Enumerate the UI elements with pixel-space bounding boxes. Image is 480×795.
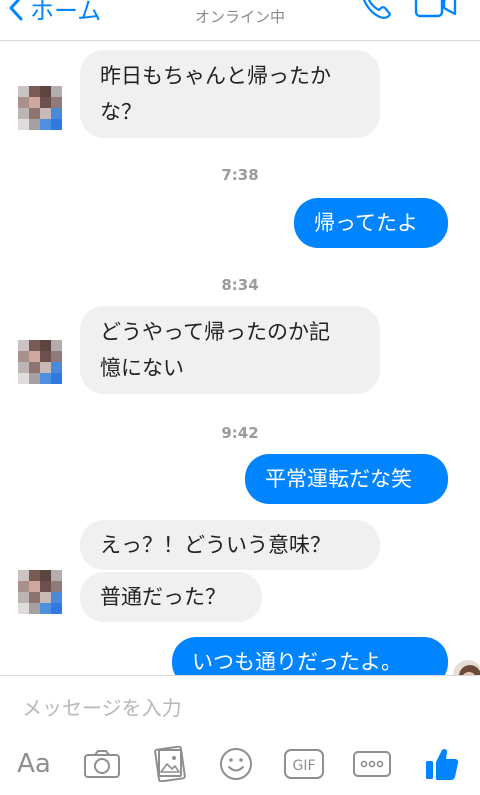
text-format-icon: Aa: [17, 749, 51, 779]
gif-button[interactable]: GIF: [282, 742, 326, 786]
contact-avatar[interactable]: [18, 570, 62, 614]
timestamp: 8:34: [221, 276, 259, 294]
emoji-button[interactable]: [214, 742, 258, 786]
camera-icon: [84, 750, 120, 778]
composer: Aa: [0, 675, 480, 795]
composer-toolbar: Aa GIF: [0, 742, 480, 786]
message-line: どうやって帰ったのか記: [100, 320, 330, 344]
sent-message[interactable]: 平常運転だな笑: [245, 454, 448, 504]
like-icon: [426, 748, 459, 780]
camera-button[interactable]: [80, 742, 124, 786]
avatar-image: [18, 340, 62, 384]
message-line: 昨日もちゃんと帰ったか: [100, 64, 331, 88]
message-line: 憶にない: [100, 356, 184, 380]
more-icon: [353, 751, 391, 777]
timestamp: 9:42: [221, 424, 259, 442]
timestamp: 7:38: [221, 166, 259, 184]
received-message[interactable]: 普通だった？: [80, 572, 262, 622]
received-message[interactable]: どうやって帰ったのか記 憶にない: [80, 306, 380, 394]
gif-label: GIF: [292, 758, 315, 774]
video-camera-icon[interactable]: [414, 0, 458, 18]
avatar-image: [18, 570, 62, 614]
contact-avatar[interactable]: [18, 86, 62, 130]
more-button[interactable]: [350, 742, 394, 786]
received-message[interactable]: 昨日もちゃんと帰ったか な？: [80, 50, 380, 138]
gif-icon: GIF: [284, 749, 324, 779]
message-input[interactable]: [20, 690, 464, 726]
text-format-button[interactable]: Aa: [12, 742, 56, 786]
chat-screen: ホーム オンライン中 昨日もちゃんと帰ったか な？ 7:38 帰ってたよ 8:3…: [0, 0, 480, 795]
contact-avatar[interactable]: [18, 340, 62, 384]
message-line: な？: [100, 100, 142, 124]
online-status: オンライン中: [194, 8, 285, 26]
sent-message[interactable]: 帰ってたよ: [294, 198, 448, 248]
like-button[interactable]: [420, 742, 464, 786]
received-message[interactable]: えっ？！どういう意味？: [80, 520, 380, 570]
chat-header: ホーム オンライン中: [0, 0, 480, 41]
photo-gallery-icon: [154, 746, 186, 782]
phone-icon[interactable]: [360, 0, 394, 20]
emoji-icon: [220, 748, 252, 780]
avatar-image: [18, 86, 62, 130]
photo-gallery-button[interactable]: [148, 742, 192, 786]
